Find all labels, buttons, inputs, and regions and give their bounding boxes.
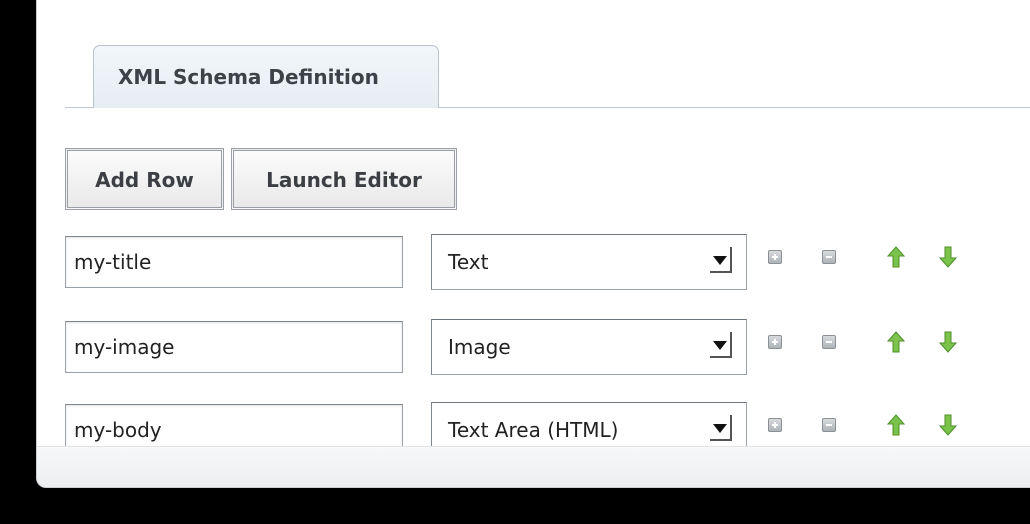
plus-square-icon[interactable]	[768, 335, 784, 351]
minus-square-icon[interactable]	[822, 418, 838, 434]
field-type-select[interactable]: Text	[431, 234, 747, 290]
field-type-value: Text	[448, 250, 489, 274]
add-row-button[interactable]: Add Row	[65, 148, 224, 210]
chevron-down-icon	[710, 247, 732, 273]
green-arrow-up-icon[interactable]	[887, 246, 905, 268]
field-type-select[interactable]: Image	[431, 319, 747, 375]
field-name-input[interactable]	[65, 321, 403, 373]
field-name-input[interactable]	[65, 236, 403, 288]
chevron-down-icon	[710, 332, 732, 358]
green-arrow-up-icon[interactable]	[887, 414, 905, 436]
panel-footer	[37, 446, 1030, 487]
screen-frame: XML Schema Definition Add Row Launch Edi…	[0, 0, 1030, 524]
minus-square-icon[interactable]	[822, 335, 838, 351]
schema-row: Text	[65, 234, 1025, 290]
tab-xml-schema-definition[interactable]: XML Schema Definition	[93, 45, 439, 108]
green-arrow-down-icon[interactable]	[939, 246, 957, 268]
plus-square-icon[interactable]	[768, 418, 784, 434]
green-arrow-down-icon[interactable]	[939, 414, 957, 436]
green-arrow-up-icon[interactable]	[887, 331, 905, 353]
minus-square-icon[interactable]	[822, 250, 838, 266]
chevron-down-icon	[710, 415, 732, 441]
plus-square-icon[interactable]	[768, 250, 784, 266]
schema-panel: XML Schema Definition Add Row Launch Edi…	[36, 0, 1030, 488]
schema-row: Image	[65, 319, 1025, 375]
launch-editor-button[interactable]: Launch Editor	[231, 148, 457, 210]
green-arrow-down-icon[interactable]	[939, 331, 957, 353]
field-type-value: Image	[448, 335, 511, 359]
